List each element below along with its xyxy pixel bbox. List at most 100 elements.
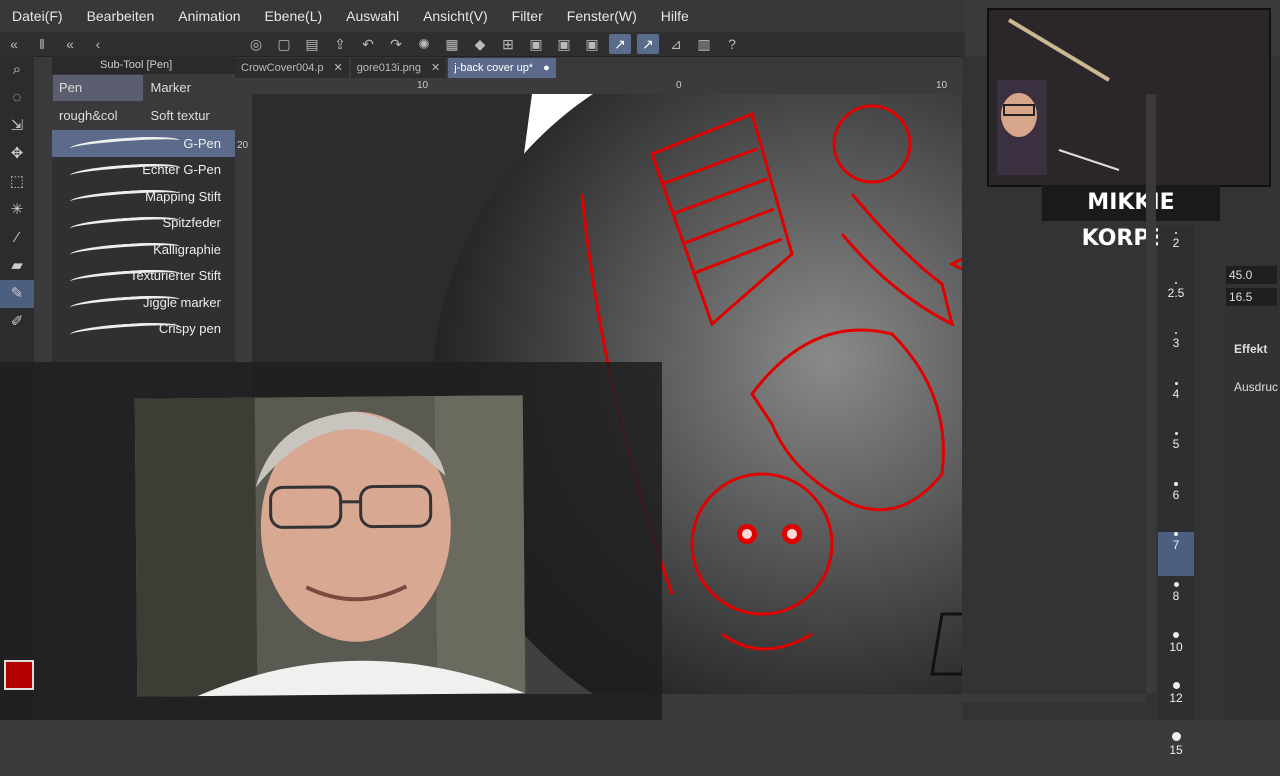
eyedropper-icon[interactable]: ⁄ xyxy=(0,224,34,252)
menu-animation[interactable]: Animation xyxy=(166,8,252,24)
tablet-icon[interactable]: ▥ xyxy=(693,34,715,54)
collapse-icon-2[interactable]: « xyxy=(59,34,81,54)
tab-label: CrowCover004.p xyxy=(241,62,324,74)
tab-label: j-back cover up* xyxy=(454,62,534,74)
export-icon[interactable]: ⇪ xyxy=(329,34,351,54)
webcam-frame xyxy=(134,395,526,697)
horizontal-ruler: 10 0 10 xyxy=(252,78,962,95)
brush-size-item[interactable]: 2 xyxy=(1158,232,1194,276)
brush-size-item[interactable]: 7 xyxy=(1158,532,1194,576)
grid-icon[interactable]: ▦ xyxy=(441,34,463,54)
horizontal-scrollbar[interactable] xyxy=(662,694,1146,702)
subtool-tab-rough[interactable]: rough&col xyxy=(52,102,144,130)
chevron-left-icon[interactable]: ‹ xyxy=(87,34,109,54)
selection-a-icon[interactable]: ▣ xyxy=(525,34,547,54)
ruler-label: 10 xyxy=(936,80,948,91)
menu-bar: Datei(F) Bearbeiten Animation Ebene(L) A… xyxy=(0,0,965,32)
streamer-camera-image xyxy=(989,10,1269,185)
brush-size-item[interactable]: 15 xyxy=(1158,732,1194,776)
brush-size-item[interactable]: 10 xyxy=(1158,632,1194,676)
ruler-label: 10 xyxy=(417,80,429,91)
brush-size-item[interactable]: 6 xyxy=(1158,482,1194,526)
undo-icon[interactable]: ↶ xyxy=(357,34,379,54)
brush-size-item[interactable]: 12 xyxy=(1158,682,1194,726)
brush-size-item[interactable]: 3 xyxy=(1158,332,1194,376)
effect-label: Effekt xyxy=(1234,342,1268,356)
menu-ansicht[interactable]: Ansicht(V) xyxy=(411,8,500,24)
selection-c-icon[interactable]: ▣ xyxy=(581,34,603,54)
brush-size-label: 3 xyxy=(1172,336,1180,350)
brush-size-label: 4 xyxy=(1172,387,1180,401)
main-color-swatch[interactable] xyxy=(4,660,34,690)
eraser-icon[interactable]: ▰ xyxy=(0,252,34,280)
select-rect-icon[interactable]: ⬚ xyxy=(0,168,34,196)
subtool-tab-pen[interactable]: Pen xyxy=(52,74,144,102)
close-icon[interactable]: ✕ xyxy=(334,58,343,78)
ruler-label: 20 xyxy=(237,140,249,151)
menu-fenster[interactable]: Fenster(W) xyxy=(555,8,649,24)
brush-item[interactable]: Mapping Stift xyxy=(52,183,235,210)
brush-label: G-Pen xyxy=(183,135,221,151)
vertical-scrollbar[interactable] xyxy=(1146,94,1156,694)
brush-item[interactable]: Jiggle marker xyxy=(52,289,235,316)
move-icon[interactable]: ✥ xyxy=(0,140,34,168)
streamer-camera xyxy=(987,8,1271,187)
menu-bearbeiten[interactable]: Bearbeiten xyxy=(75,8,167,24)
brush-size-label: 12 xyxy=(1169,691,1183,705)
open-folder-icon[interactable]: ▤ xyxy=(301,34,323,54)
value-field-1[interactable]: 45.0 xyxy=(1226,266,1277,284)
transform-icon[interactable]: ⊞ xyxy=(497,34,519,54)
pen-icon[interactable]: ✎ xyxy=(0,280,34,308)
menu-datei[interactable]: Datei(F) xyxy=(0,8,75,24)
brush-size-item[interactable]: 5 xyxy=(1158,432,1194,476)
loading-icon[interactable]: ✺ xyxy=(413,34,435,54)
brush-item[interactable]: Echter G-Pen xyxy=(52,157,235,184)
subtool-panel: Sub-Tool [Pen] Pen Marker rough&col Soft… xyxy=(52,56,236,362)
stabilizer-a-icon[interactable]: ↗ xyxy=(609,34,631,54)
brush-item[interactable]: G-Pen xyxy=(52,130,235,157)
ruler-icon[interactable]: ⊿ xyxy=(665,34,687,54)
tab-gore013i[interactable]: gore013i.png ✕ xyxy=(350,58,447,78)
menu-ebene[interactable]: Ebene(L) xyxy=(253,8,335,24)
fill-icon[interactable]: ◆ xyxy=(469,34,491,54)
ruler-label: 0 xyxy=(676,80,682,91)
lasso-icon[interactable]: ◌ xyxy=(0,84,34,112)
menu-auswahl[interactable]: Auswahl xyxy=(334,8,411,24)
subtool-tab-marker[interactable]: Marker xyxy=(143,74,235,102)
close-icon[interactable]: ✕ xyxy=(431,58,440,78)
brush-size-label: 8 xyxy=(1172,589,1180,603)
brush-item[interactable]: Crispy pen xyxy=(52,316,235,343)
tab-crowcover[interactable]: CrowCover004.p ✕ xyxy=(235,58,349,78)
brush-size-item[interactable]: 4 xyxy=(1158,382,1194,426)
vertical-ruler: 20 xyxy=(235,78,252,368)
brush-size-palette: 2 2.5 3 4 5 6 7 8 10 12 15 xyxy=(1158,226,1194,757)
tool-property-panel: 45.0 16.5 Effekt Ausdruc xyxy=(1226,262,1280,720)
pencil-icon[interactable]: ✐ xyxy=(0,308,34,336)
magic-wand-icon[interactable]: ✳ xyxy=(0,196,34,224)
menu-filter[interactable]: Filter xyxy=(500,8,555,24)
object-icon[interactable]: ⇲ xyxy=(0,112,34,140)
collapse-icon[interactable]: « xyxy=(3,34,25,54)
brush-size-label: 7 xyxy=(1172,538,1180,552)
app-logo-icon[interactable]: ◎ xyxy=(245,34,267,54)
brush-size-item[interactable]: 8 xyxy=(1158,582,1194,626)
menu-hilfe[interactable]: Hilfe xyxy=(649,8,701,24)
brush-item[interactable]: Spitzfeder xyxy=(52,210,235,237)
stabilizer-b-icon[interactable]: ↗ xyxy=(637,34,659,54)
new-file-icon[interactable]: ▢ xyxy=(273,34,295,54)
brush-item[interactable]: Kalligraphie xyxy=(52,236,235,263)
webcam-person xyxy=(134,395,526,697)
subtool-tab-soft-texture[interactable]: Soft textur xyxy=(143,102,235,130)
brush-size-label: 15 xyxy=(1169,743,1183,757)
selection-b-icon[interactable]: ▣ xyxy=(553,34,575,54)
redo-icon[interactable]: ↷ xyxy=(385,34,407,54)
value-field-2[interactable]: 16.5 xyxy=(1226,288,1277,306)
brush-size-item[interactable]: 2.5 xyxy=(1158,282,1194,326)
brush-item[interactable]: Texturierter Stift xyxy=(52,263,235,290)
grip-icon: ‖ xyxy=(39,36,45,52)
help-icon[interactable]: ? xyxy=(721,34,743,54)
subtool-header: Sub-Tool [Pen] xyxy=(52,56,235,74)
tab-jback[interactable]: j-back cover up* ● xyxy=(448,58,556,78)
zoom-icon[interactable]: ⌕ xyxy=(0,56,34,84)
tab-label: gore013i.png xyxy=(356,62,421,74)
